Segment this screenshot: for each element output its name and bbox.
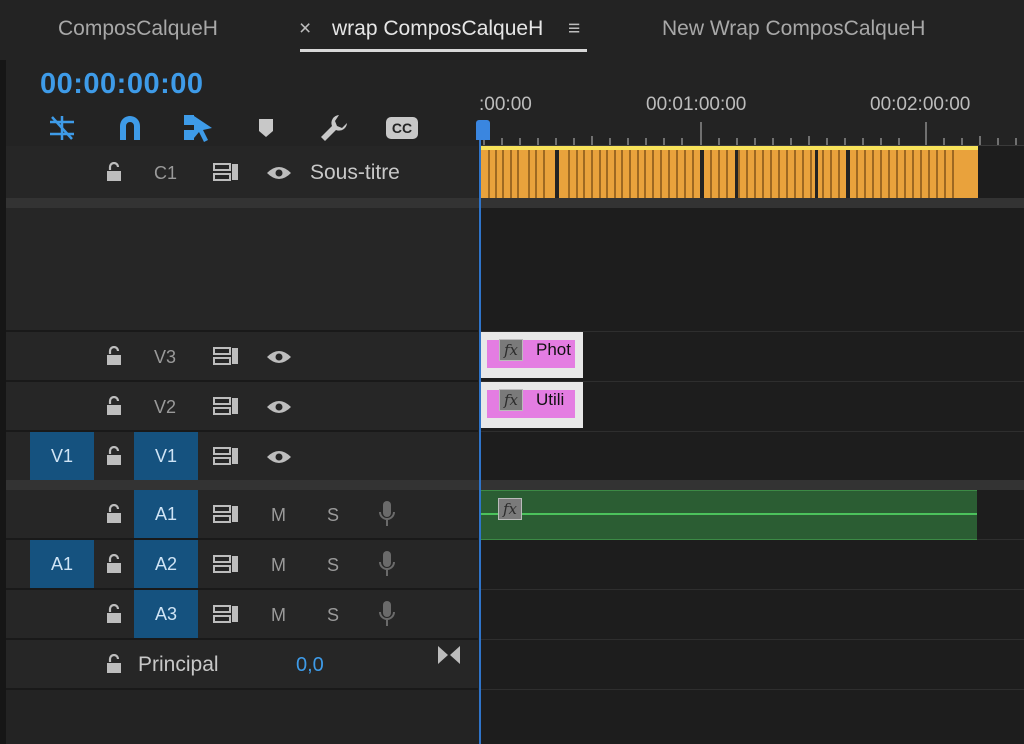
captions-cc-icon[interactable]: CC (385, 116, 419, 140)
track-headers-panel (6, 146, 478, 690)
caption-clips[interactable] (481, 146, 978, 198)
add-marker-icon[interactable] (256, 117, 276, 139)
track-separator (6, 638, 478, 640)
track-separator (6, 688, 478, 690)
eye-icon[interactable] (265, 162, 293, 184)
master-track-name[interactable]: Principal (138, 653, 219, 677)
track-name-v2[interactable]: V2 (154, 397, 176, 418)
sync-lock-icon[interactable] (212, 394, 240, 418)
solo-button[interactable]: S (327, 555, 339, 576)
fx-badge[interactable]: fx (499, 339, 523, 361)
nest-sequence-icon[interactable] (46, 113, 78, 143)
lock-icon[interactable] (104, 652, 124, 676)
timeline-row-line (481, 431, 1024, 432)
playhead-timecode[interactable]: 00:00:00:00 (40, 68, 204, 101)
caption-clips-top-edge (481, 146, 978, 150)
eye-icon[interactable] (265, 346, 293, 368)
sync-lock-icon[interactable] (212, 552, 240, 576)
microphone-icon[interactable] (376, 599, 398, 629)
graphic-clip-v2[interactable]: fx Utili (481, 382, 583, 428)
lock-icon[interactable] (104, 160, 124, 184)
mute-button[interactable]: M (271, 605, 286, 626)
tab-menu-icon[interactable]: ≡ (568, 17, 580, 41)
sequence-tab-bar: ComposCalqueH × wrap ComposCalqueH ≡ New… (0, 0, 1024, 60)
playhead-handle[interactable] (476, 120, 490, 140)
track-target-a3[interactable]: A3 (134, 590, 198, 638)
timeline-row-line (481, 639, 1024, 640)
source-patch-v1[interactable]: V1 (30, 432, 94, 480)
tab-close-icon[interactable]: × (299, 17, 311, 41)
lock-icon[interactable] (104, 502, 124, 526)
track-name-c1[interactable]: C1 (154, 163, 177, 184)
caption-clip-dividers (488, 146, 954, 198)
graphic-clip-v3[interactable]: fx Phot (481, 332, 583, 378)
time-ruler-ticks[interactable] (480, 118, 1024, 146)
solo-button[interactable]: S (327, 605, 339, 626)
clip-label-v3: Phot (536, 340, 571, 359)
lock-icon[interactable] (104, 344, 124, 368)
track-target-v1[interactable]: V1 (134, 432, 198, 480)
source-patch-a1[interactable]: A1 (30, 540, 94, 588)
caption-video-separator (6, 198, 1024, 208)
tab-composcalqueh[interactable]: ComposCalqueH (58, 17, 218, 41)
lock-icon[interactable] (104, 394, 124, 418)
eye-icon[interactable] (265, 396, 293, 418)
snap-magnet-icon[interactable] (116, 113, 144, 143)
fx-badge[interactable]: fx (498, 498, 522, 520)
tab-new-wrap-composcalqueh[interactable]: New Wrap ComposCalqueH (662, 17, 925, 41)
sync-lock-icon[interactable] (212, 444, 240, 468)
ruler-label-1: 00:01:00:00 (646, 94, 747, 115)
mute-button[interactable]: M (271, 505, 286, 526)
audio-volume-line[interactable] (481, 513, 977, 515)
microphone-icon[interactable] (376, 499, 398, 529)
track-separator (6, 330, 478, 332)
linked-selection-icon[interactable] (182, 112, 214, 144)
track-target-a1[interactable]: A1 (134, 490, 198, 538)
timeline-tracks-area[interactable] (481, 146, 1024, 744)
playhead-line[interactable] (479, 140, 481, 744)
ruler-label-2: 00:02:00:00 (870, 94, 971, 115)
master-volume-value[interactable]: 0,0 (296, 654, 324, 677)
caption-track-title: Sous-titre (310, 161, 400, 184)
sync-lock-icon[interactable] (212, 502, 240, 526)
sync-lock-icon[interactable] (212, 602, 240, 626)
track-name-v3[interactable]: V3 (154, 347, 176, 368)
cc-label: CC (386, 117, 418, 139)
ruler-label-0: :00:00 (479, 94, 532, 115)
timeline-row-line (481, 689, 1024, 690)
track-separator (6, 380, 478, 382)
go-to-in-out-icon[interactable] (437, 644, 461, 666)
tab-wrap-composcalqueh[interactable]: wrap ComposCalqueH (332, 17, 543, 41)
clip-label-v2: Utili (536, 390, 565, 409)
eye-icon[interactable] (265, 446, 293, 468)
track-separator (6, 588, 478, 590)
timeline-row-line (481, 589, 1024, 590)
fx-badge[interactable]: fx (499, 389, 523, 411)
lock-icon[interactable] (104, 602, 124, 626)
audio-clip-a1[interactable]: fx (481, 490, 977, 540)
solo-button[interactable]: S (327, 505, 339, 526)
sync-lock-icon[interactable] (212, 344, 240, 368)
active-tab-indicator (300, 49, 587, 52)
video-audio-separator (6, 480, 1024, 490)
lock-icon[interactable] (104, 552, 124, 576)
mute-button[interactable]: M (271, 555, 286, 576)
lock-icon[interactable] (104, 444, 124, 468)
sync-lock-icon[interactable] (212, 160, 240, 184)
timeline-settings-wrench-icon[interactable] (318, 113, 350, 143)
track-target-a2[interactable]: A2 (134, 540, 198, 588)
microphone-icon[interactable] (376, 549, 398, 579)
